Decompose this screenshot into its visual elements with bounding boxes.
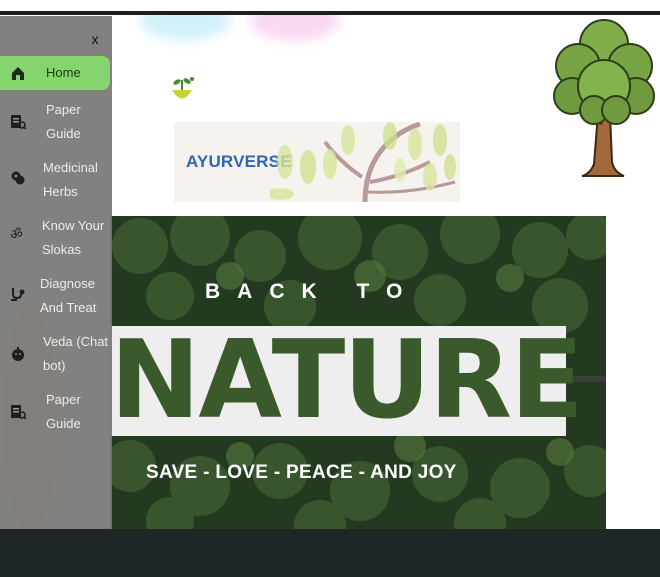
- tree-branch-art: [270, 122, 456, 202]
- document-search-icon: [11, 115, 26, 130]
- hero-banner: BACK TO NATURE SAVE - LOVE - PEACE - AND…: [110, 216, 606, 529]
- leaf-bowl-icon: [172, 77, 194, 99]
- sidebar-item-label: Home: [46, 65, 81, 80]
- sidebar-item-medicinal-herbs[interactable]: Medicinal Herbs: [0, 156, 112, 204]
- om-icon: ॐ: [10, 226, 23, 242]
- hero-tagline: SAVE - LOVE - PEACE - AND JOY: [146, 462, 457, 483]
- chatbot-icon: [12, 347, 24, 361]
- sidebar-item-know-your-slokas[interactable]: ॐ Know Your Slokas: [0, 214, 112, 262]
- sidebar-item-diagnose-and-treat[interactable]: Diagnose And Treat: [0, 272, 112, 320]
- footer: [0, 529, 660, 577]
- sidebar-item-label: Know Your Slokas: [42, 218, 105, 257]
- hero-subtitle: BACK TO: [205, 280, 420, 303]
- sidebar-item-label: Medicinal Herbs: [43, 160, 98, 199]
- sidebar-item-paper-guide[interactable]: Paper Guide: [0, 98, 112, 146]
- home-icon: [12, 67, 24, 80]
- sidebar-item-label: Paper Guide: [46, 102, 81, 141]
- sidebar-item-home[interactable]: Home: [0, 56, 112, 90]
- sidebar-item-paper-guide-2[interactable]: Paper Guide: [0, 388, 112, 436]
- sidebar-item-veda-chat-bot[interactable]: Veda (Chat bot): [0, 330, 112, 378]
- tree-illustration: [553, 19, 655, 177]
- hero-title: NATURE: [110, 318, 584, 443]
- herb-icon: [11, 171, 25, 185]
- stethoscope-icon: [11, 288, 25, 301]
- sidebar-item-label: Diagnose And Treat: [40, 276, 97, 315]
- sidebar: x Home Paper Guide Medicinal Herbs ॐ Kno…: [0, 16, 112, 529]
- document-search-icon: [11, 405, 26, 420]
- close-button[interactable]: x: [86, 30, 104, 48]
- sidebar-item-label: Veda (Chat bot): [43, 334, 109, 373]
- sidebar-item-label: Paper Guide: [46, 392, 81, 431]
- brand-banner[interactable]: AYURVERSE: [174, 122, 460, 202]
